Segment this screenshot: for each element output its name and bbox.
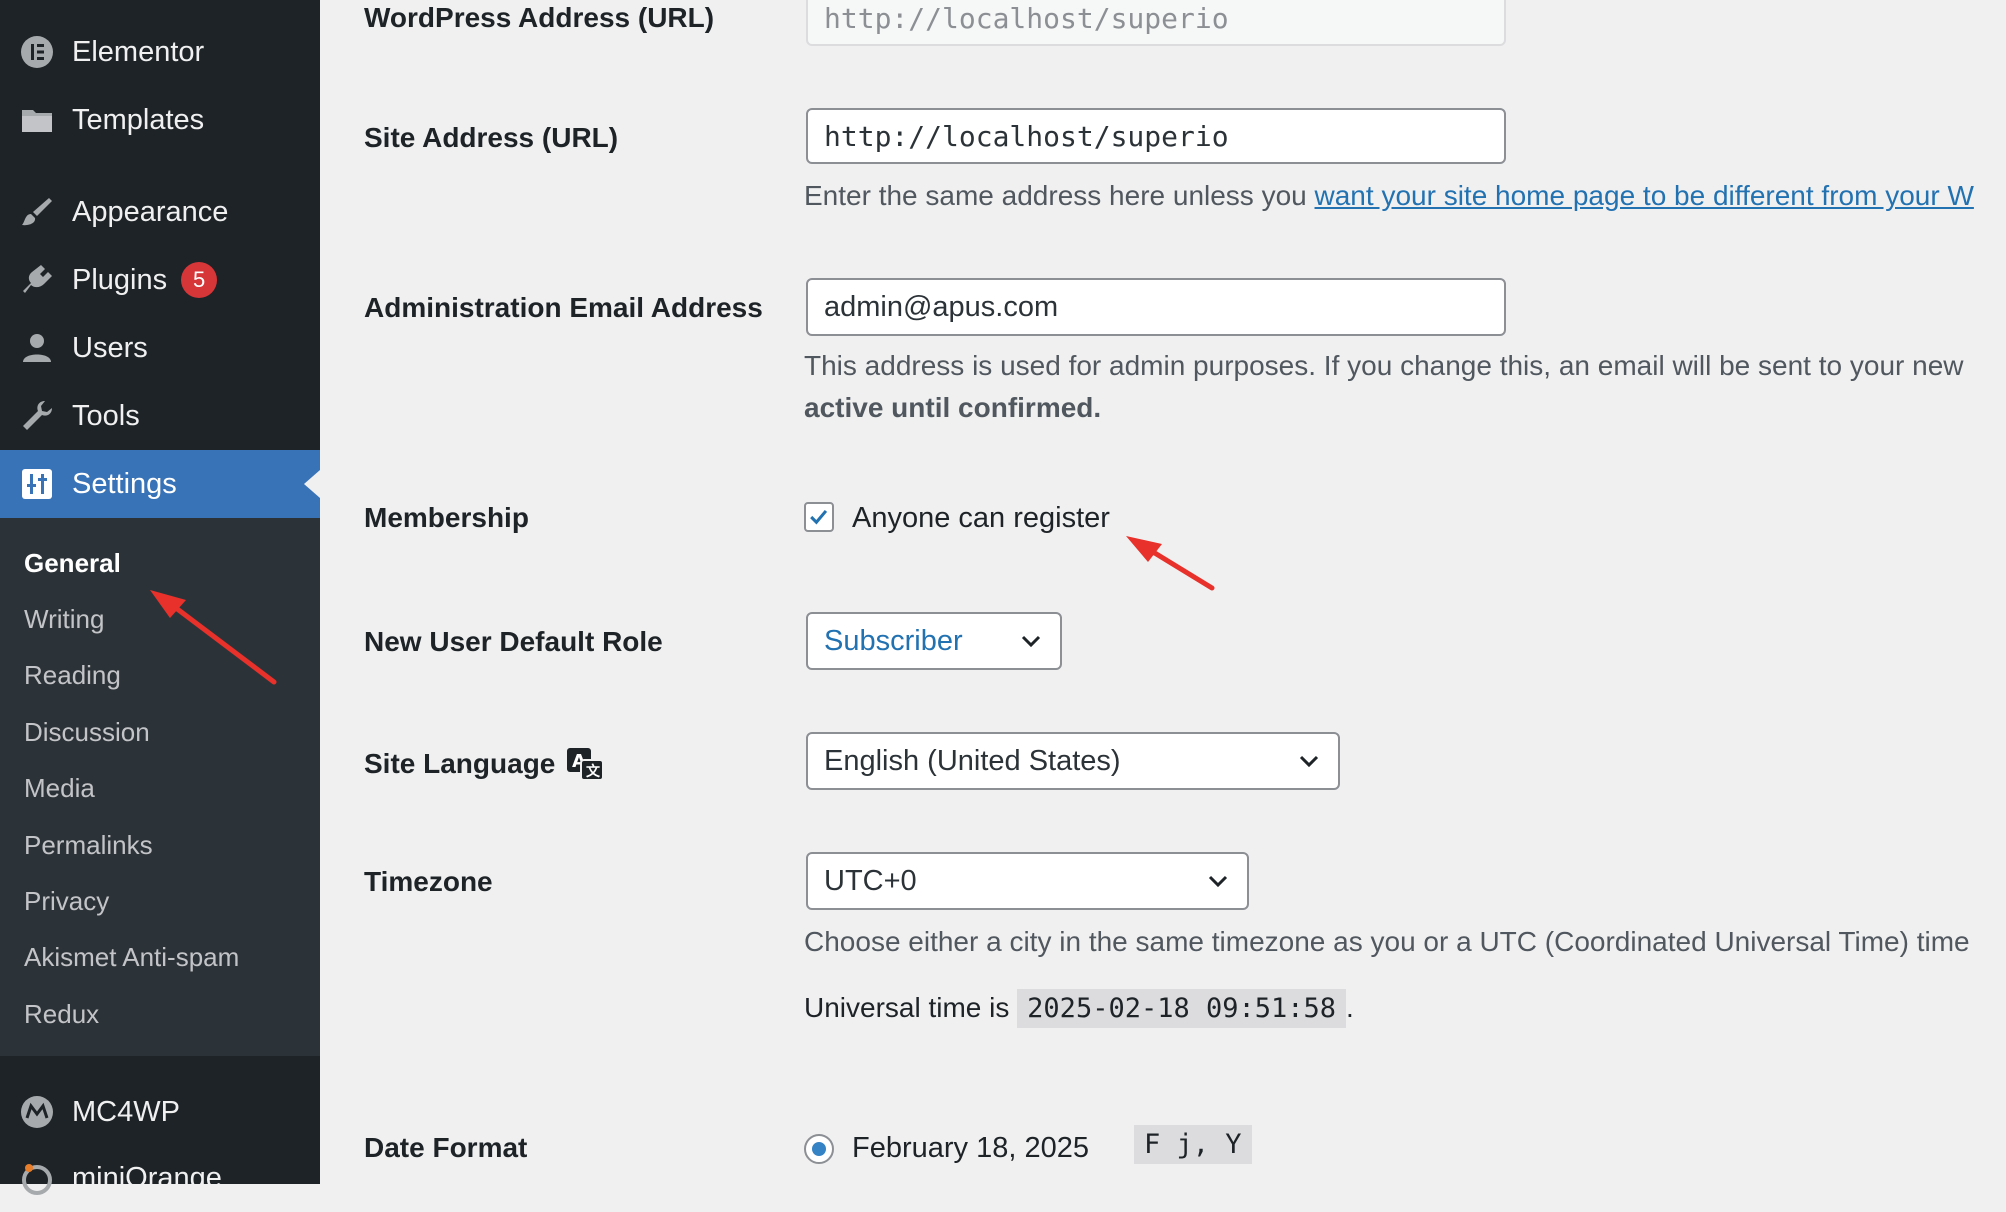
admin-email-input[interactable]: admin@apus.com (806, 278, 1506, 336)
elementor-icon (18, 33, 56, 71)
universal-time-prefix: Universal time is (804, 992, 1018, 1023)
wp-address-label: WordPress Address (URL) (364, 2, 715, 33)
menu-label: Settings (72, 467, 177, 500)
site-language-select[interactable]: English (United States) (806, 732, 1340, 790)
menu-label: Templates (72, 103, 205, 136)
paintbrush-icon (18, 193, 56, 231)
date-format-label: Date Format (364, 1132, 528, 1163)
menu-item-templates[interactable]: Templates (0, 86, 320, 154)
submenu-redux[interactable]: Redux (24, 999, 99, 1030)
submenu-permalinks[interactable]: Permalinks (24, 830, 153, 861)
admin-email-description-line1: This address is used for admin purposes.… (804, 350, 1964, 381)
default-role-select[interactable]: Subscriber (806, 612, 1062, 670)
menu-label: Elementor (72, 35, 205, 68)
site-language-label: Site Language (364, 748, 556, 779)
chevron-down-icon (1021, 635, 1041, 648)
site-address-input[interactable]: http://localhost/superio (806, 108, 1506, 164)
anyone-can-register-label[interactable]: Anyone can register (852, 502, 1110, 535)
site-address-help-link[interactable]: want your site home page to be different… (1315, 180, 1974, 211)
menu-item-mc4wp[interactable]: MC4WP (0, 1078, 320, 1146)
wp-address-input: http://localhost/superio (806, 0, 1506, 46)
translation-icon: A 文 (567, 748, 605, 781)
chevron-down-icon (1208, 875, 1228, 888)
menu-label: Plugins (72, 263, 168, 296)
annotation-arrow-icon (1126, 536, 1215, 591)
menu-label: Tools (72, 399, 140, 432)
plug-icon (18, 261, 56, 299)
anyone-can-register-checkbox[interactable] (804, 502, 834, 532)
site-address-description: Enter the same address here unless you w… (804, 180, 1974, 212)
timezone-select[interactable]: UTC+0 (806, 852, 1249, 910)
svg-text:文: 文 (586, 763, 601, 780)
date-format-code-value: F j, Y (1134, 1125, 1252, 1164)
default-role-label: New User Default Role (364, 626, 663, 657)
admin-email-description-line2: active until confirmed. (804, 392, 1102, 423)
submenu-akismet[interactable]: Akismet Anti-spam (24, 942, 239, 973)
user-icon (18, 329, 56, 367)
menu-item-users[interactable]: Users (0, 314, 320, 382)
date-format-option-label[interactable]: February 18, 2025 (852, 1132, 1089, 1165)
site-address-desc-text: Enter the same address here unless you (804, 180, 1315, 211)
universal-time-suffix: . (1346, 992, 1354, 1023)
checkmark-icon (810, 509, 828, 525)
folder-icon (18, 101, 56, 139)
date-format-code: F j, Y (1134, 1125, 1252, 1164)
site-address-label: Site Address (URL) (364, 122, 619, 153)
menu-item-plugins[interactable]: Plugins 5 (0, 246, 320, 314)
menu-item-tools[interactable]: Tools (0, 382, 320, 450)
miniorange-icon (18, 1159, 56, 1197)
menu-item-elementor[interactable]: Elementor (0, 18, 320, 86)
menu-item-settings[interactable]: Settings (0, 450, 320, 518)
membership-label: Membership (364, 502, 529, 533)
site-language-value: English (United States) (824, 744, 1121, 777)
date-format-radio[interactable] (804, 1134, 834, 1164)
timezone-label: Timezone (364, 866, 493, 897)
menu-label: Appearance (72, 195, 229, 228)
menu-label: Users (72, 331, 148, 364)
universal-time-value: 2025-02-18 09:51:58 (1017, 989, 1347, 1028)
wrench-icon (18, 397, 56, 435)
admin-email-label: Administration Email Address (364, 292, 763, 323)
submenu-discussion[interactable]: Discussion (24, 717, 150, 748)
default-role-value: Subscriber (824, 624, 963, 657)
chevron-down-icon (1299, 755, 1319, 768)
universal-time: Universal time is 2025-02-18 09:51:58. (804, 989, 1354, 1028)
timezone-description: Choose either a city in the same timezon… (804, 926, 1970, 957)
settings-icon (18, 465, 56, 503)
submenu-media[interactable]: Media (24, 773, 95, 804)
menu-item-appearance[interactable]: Appearance (0, 178, 320, 246)
menu-label: MC4WP (72, 1095, 180, 1128)
site-language-label-wrap: Site Language A 文 (364, 746, 605, 782)
mc4wp-icon (18, 1093, 56, 1131)
submenu-writing[interactable]: Writing (24, 604, 104, 635)
plugin-update-badge: 5 (181, 262, 218, 298)
menu-item-miniorange[interactable]: miniOrange (0, 1144, 320, 1212)
timezone-value: UTC+0 (824, 864, 917, 897)
submenu-reading[interactable]: Reading (24, 660, 121, 691)
annotation-arrow-icon (150, 590, 277, 685)
submenu-privacy[interactable]: Privacy (24, 886, 109, 917)
submenu-general[interactable]: General (24, 548, 121, 579)
menu-label: miniOrange (72, 1161, 222, 1194)
